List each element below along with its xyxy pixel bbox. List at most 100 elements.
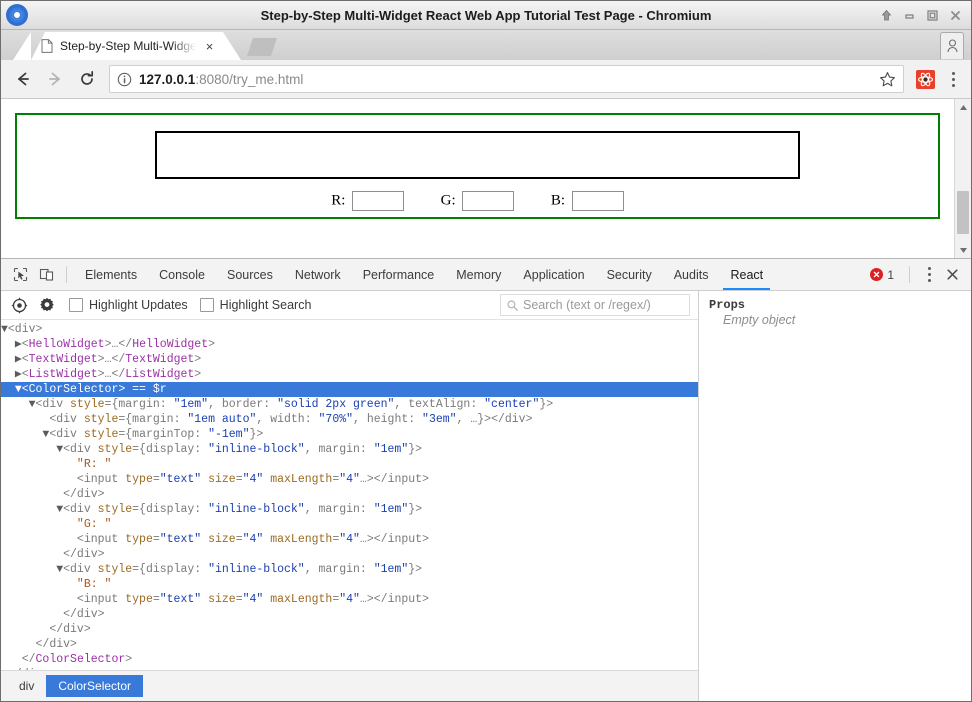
props-title: Props bbox=[709, 298, 961, 312]
scrollbar-track[interactable] bbox=[955, 115, 971, 242]
scroll-down-arrow-icon[interactable] bbox=[955, 242, 971, 258]
devtools-tab-bar-right: 1 bbox=[870, 263, 971, 287]
page-vertical-scrollbar[interactable] bbox=[954, 99, 971, 258]
tree-row[interactable]: ▼<div style={display: "inline-block", ma… bbox=[1, 442, 698, 457]
tree-row[interactable]: ▶<HelloWidget>…</HelloWidget> bbox=[1, 337, 698, 352]
tree-row[interactable]: ▼<ColorSelector> == $r bbox=[1, 382, 698, 397]
browser-menu-icon[interactable] bbox=[943, 67, 963, 91]
input-b[interactable] bbox=[572, 191, 624, 211]
bookmark-star-icon[interactable] bbox=[879, 71, 896, 88]
tree-row[interactable]: </div> bbox=[1, 547, 698, 562]
forward-icon[interactable] bbox=[41, 65, 69, 93]
window-title: Step-by-Step Multi-Widget React Web App … bbox=[1, 8, 971, 23]
error-count: 1 bbox=[887, 268, 894, 282]
chromium-logo-icon bbox=[6, 4, 28, 26]
tree-row[interactable]: </div> bbox=[1, 607, 698, 622]
tree-row[interactable]: </div> bbox=[1, 487, 698, 502]
input-r[interactable] bbox=[352, 191, 404, 211]
react-search-input[interactable]: Search (text or /regex/) bbox=[500, 294, 690, 316]
tree-row[interactable]: <input type="text" size="4" maxLength="4… bbox=[1, 592, 698, 607]
tree-row[interactable]: "G: " bbox=[1, 517, 698, 532]
back-icon[interactable] bbox=[9, 65, 37, 93]
checkbox-box[interactable] bbox=[69, 298, 83, 312]
reload-icon[interactable] bbox=[73, 65, 101, 93]
device-toolbar-icon[interactable] bbox=[33, 262, 59, 288]
select-element-icon[interactable] bbox=[9, 295, 29, 315]
highlight-updates-checkbox[interactable]: Highlight Updates bbox=[69, 298, 188, 312]
tree-row[interactable]: ▼<div style={display: "inline-block", ma… bbox=[1, 502, 698, 517]
tree-row[interactable]: ▼<div style={display: "inline-block", ma… bbox=[1, 562, 698, 577]
tree-row[interactable]: ▶<ListWidget>…</ListWidget> bbox=[1, 367, 698, 382]
react-tree-pane: Highlight Updates Highlight Search Searc… bbox=[1, 291, 699, 701]
right-divider bbox=[909, 266, 910, 283]
new-tab-button[interactable] bbox=[247, 38, 277, 56]
label-b: B: bbox=[551, 192, 565, 208]
shade-icon[interactable] bbox=[876, 5, 896, 25]
tree-row[interactable]: <div style={margin: "1em auto", width: "… bbox=[1, 412, 698, 427]
scrollbar-thumb[interactable] bbox=[957, 191, 969, 234]
error-icon bbox=[870, 268, 883, 281]
toolbar-divider bbox=[66, 266, 67, 283]
devtools-tab-elements[interactable]: Elements bbox=[74, 260, 148, 290]
rendered-page: R: G: B: bbox=[1, 99, 954, 258]
highlight-search-label: Highlight Search bbox=[220, 298, 312, 312]
devtools-tab-network[interactable]: Network bbox=[284, 260, 352, 290]
scroll-up-arrow-icon[interactable] bbox=[955, 99, 971, 115]
tree-row[interactable]: ▼<div style={margin: "1em", border: "sol… bbox=[1, 397, 698, 412]
tab-strip: Step-by-Step Multi-Widget React Web App … bbox=[1, 30, 971, 60]
breadcrumb-item-div[interactable]: div bbox=[7, 675, 46, 697]
react-toolbar: Highlight Updates Highlight Search Searc… bbox=[1, 291, 698, 320]
devtools-close-icon[interactable] bbox=[941, 264, 963, 286]
page-viewport: R: G: B: bbox=[1, 99, 971, 259]
rgb-group-r: R: bbox=[331, 191, 404, 211]
breadcrumb-item-colorselector[interactable]: ColorSelector bbox=[46, 675, 143, 697]
title-bar: Step-by-Step Multi-Widget React Web App … bbox=[1, 1, 971, 30]
react-component-tree[interactable]: ▼<div> ▶<HelloWidget>…</HelloWidget> ▶<T… bbox=[1, 320, 698, 670]
browser-tab[interactable]: Step-by-Step Multi-Widget React Web App … bbox=[31, 32, 223, 60]
tree-row[interactable]: </ColorSelector> bbox=[1, 652, 698, 667]
devtools-tab-memory[interactable]: Memory bbox=[445, 260, 512, 290]
inspect-element-icon[interactable] bbox=[7, 262, 33, 288]
highlight-updates-label: Highlight Updates bbox=[89, 298, 188, 312]
tree-row[interactable]: ▼<div style={marginTop: "-1em"}> bbox=[1, 427, 698, 442]
rgb-inputs-row: R: G: B: bbox=[17, 177, 938, 211]
url-path: :8080/try_me.html bbox=[195, 72, 303, 87]
tree-row[interactable]: <input type="text" size="4" maxLength="4… bbox=[1, 472, 698, 487]
input-g[interactable] bbox=[462, 191, 514, 211]
tree-row[interactable]: "B: " bbox=[1, 577, 698, 592]
devtools-tab-console[interactable]: Console bbox=[148, 260, 216, 290]
browser-toolbar: 127.0.0.1:8080/try_me.html bbox=[1, 60, 971, 99]
tab-close-icon[interactable]: × bbox=[202, 39, 217, 54]
settings-gear-icon[interactable] bbox=[37, 295, 57, 315]
devtools-tab-react[interactable]: React bbox=[719, 260, 774, 290]
devtools-tab-sources[interactable]: Sources bbox=[216, 260, 284, 290]
maximize-icon[interactable] bbox=[922, 5, 942, 25]
minimize-icon[interactable] bbox=[899, 5, 919, 25]
tree-row[interactable]: "R: " bbox=[1, 457, 698, 472]
checkbox-box[interactable] bbox=[200, 298, 214, 312]
devtools-tab-audits[interactable]: Audits bbox=[663, 260, 720, 290]
browser-window: Step-by-Step Multi-Widget React Web App … bbox=[0, 0, 972, 702]
close-icon[interactable] bbox=[945, 5, 965, 25]
address-bar[interactable]: 127.0.0.1:8080/try_me.html bbox=[109, 65, 904, 93]
devtools-tab-performance[interactable]: Performance bbox=[352, 260, 446, 290]
props-empty-text: Empty object bbox=[723, 313, 961, 327]
devtools-tab-application[interactable]: Application bbox=[512, 260, 595, 290]
devtools-tab-security[interactable]: Security bbox=[596, 260, 663, 290]
tree-row[interactable]: </div> bbox=[1, 637, 698, 652]
tree-row[interactable]: <input type="text" size="4" maxLength="4… bbox=[1, 532, 698, 547]
profile-avatar-icon[interactable] bbox=[940, 32, 964, 59]
page-info-icon[interactable] bbox=[117, 72, 132, 87]
react-devtools-extension-icon[interactable] bbox=[916, 70, 935, 89]
tree-row[interactable]: ▶<TextWidget>…</TextWidget> bbox=[1, 352, 698, 367]
tree-row[interactable]: </div> bbox=[1, 622, 698, 637]
error-count-badge[interactable]: 1 bbox=[870, 268, 900, 282]
label-g: G: bbox=[441, 192, 456, 208]
url-host: 127.0.0.1 bbox=[139, 72, 195, 87]
address-bar-text: 127.0.0.1:8080/try_me.html bbox=[139, 72, 303, 87]
highlight-search-checkbox[interactable]: Highlight Search bbox=[200, 298, 312, 312]
tab-title: Step-by-Step Multi-Widget React Web App … bbox=[60, 39, 196, 53]
color-preview-swatch bbox=[155, 131, 800, 179]
devtools-more-options-icon[interactable] bbox=[919, 263, 939, 287]
tree-row[interactable]: ▼<div> bbox=[1, 322, 698, 337]
